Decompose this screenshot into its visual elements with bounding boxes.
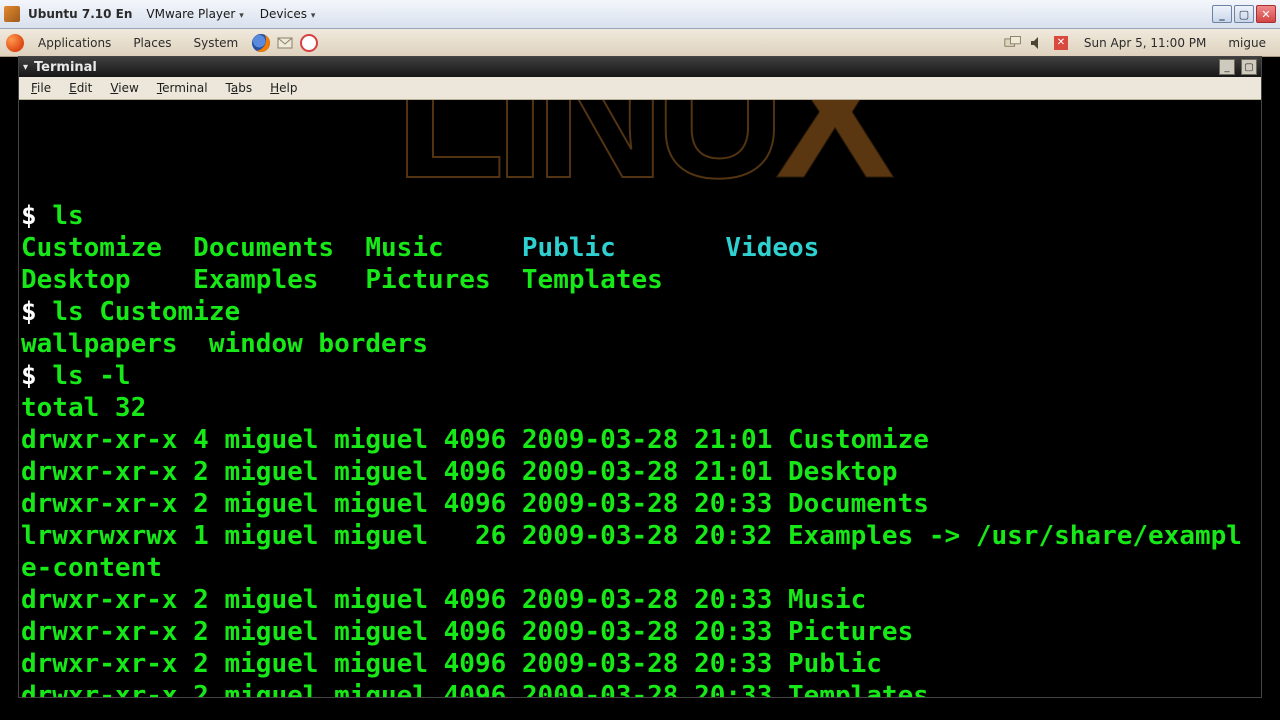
firefox-launcher-icon[interactable] [252,34,270,52]
gnome-top-panel: Applications Places System ✕ Sun Apr 5, … [0,29,1280,57]
term-menu-edit[interactable]: Edit [61,79,100,97]
help-launcher-icon[interactable] [300,34,318,52]
terminal-menu-chevron-icon[interactable]: ▾ [23,62,28,73]
term-menu-view[interactable]: View [102,79,146,97]
vmware-title: Ubuntu 7.10 En [28,7,132,21]
term-menu-terminal[interactable]: Terminal [149,79,216,97]
evolution-launcher-icon[interactable] [276,34,294,52]
host-maximize-button[interactable]: ▢ [1234,5,1254,23]
terminal-titlebar[interactable]: ▾ Terminal _ ▢ [19,57,1261,77]
terminal-title: Terminal [34,60,97,75]
vmware-icon [4,6,20,22]
panel-user[interactable]: migue [1220,33,1274,53]
ubuntu-logo-icon[interactable] [6,34,24,52]
terminal-window: ▾ Terminal _ ▢ File Edit View Terminal T… [18,56,1262,698]
volume-icon[interactable] [1028,34,1046,52]
term-menu-file[interactable]: File [23,79,59,97]
term-menu-help[interactable]: Help [262,79,305,97]
window-switcher-icon[interactable] [1004,34,1022,52]
host-minimize-button[interactable]: _ [1212,5,1232,23]
terminal-minimize-button[interactable]: _ [1219,59,1235,75]
vmware-titlebar: Ubuntu 7.10 En VMware Player ▾ Devices ▾… [0,0,1280,29]
linux-background-art: LINUX [395,100,885,132]
terminal-body[interactable]: LINUX $ ls Customize Documents Music Pub… [19,100,1261,697]
term-menu-tabs[interactable]: Tabs [218,79,261,97]
bottom-strip [0,700,1280,720]
panel-clock[interactable]: Sun Apr 5, 11:00 PM [1076,33,1214,53]
terminal-output: $ ls Customize Documents Music Public Vi… [21,200,1259,697]
network-error-icon[interactable]: ✕ [1052,34,1070,52]
menu-applications[interactable]: Applications [30,33,119,53]
terminal-menubar: File Edit View Terminal Tabs Help [19,77,1261,100]
menu-places[interactable]: Places [125,33,179,53]
host-close-button[interactable]: ✕ [1256,5,1276,23]
vmware-menu-player[interactable]: VMware Player ▾ [140,5,249,23]
vmware-menu-devices[interactable]: Devices ▾ [254,5,322,23]
menu-system[interactable]: System [185,33,246,53]
terminal-maximize-button[interactable]: ▢ [1241,59,1257,75]
